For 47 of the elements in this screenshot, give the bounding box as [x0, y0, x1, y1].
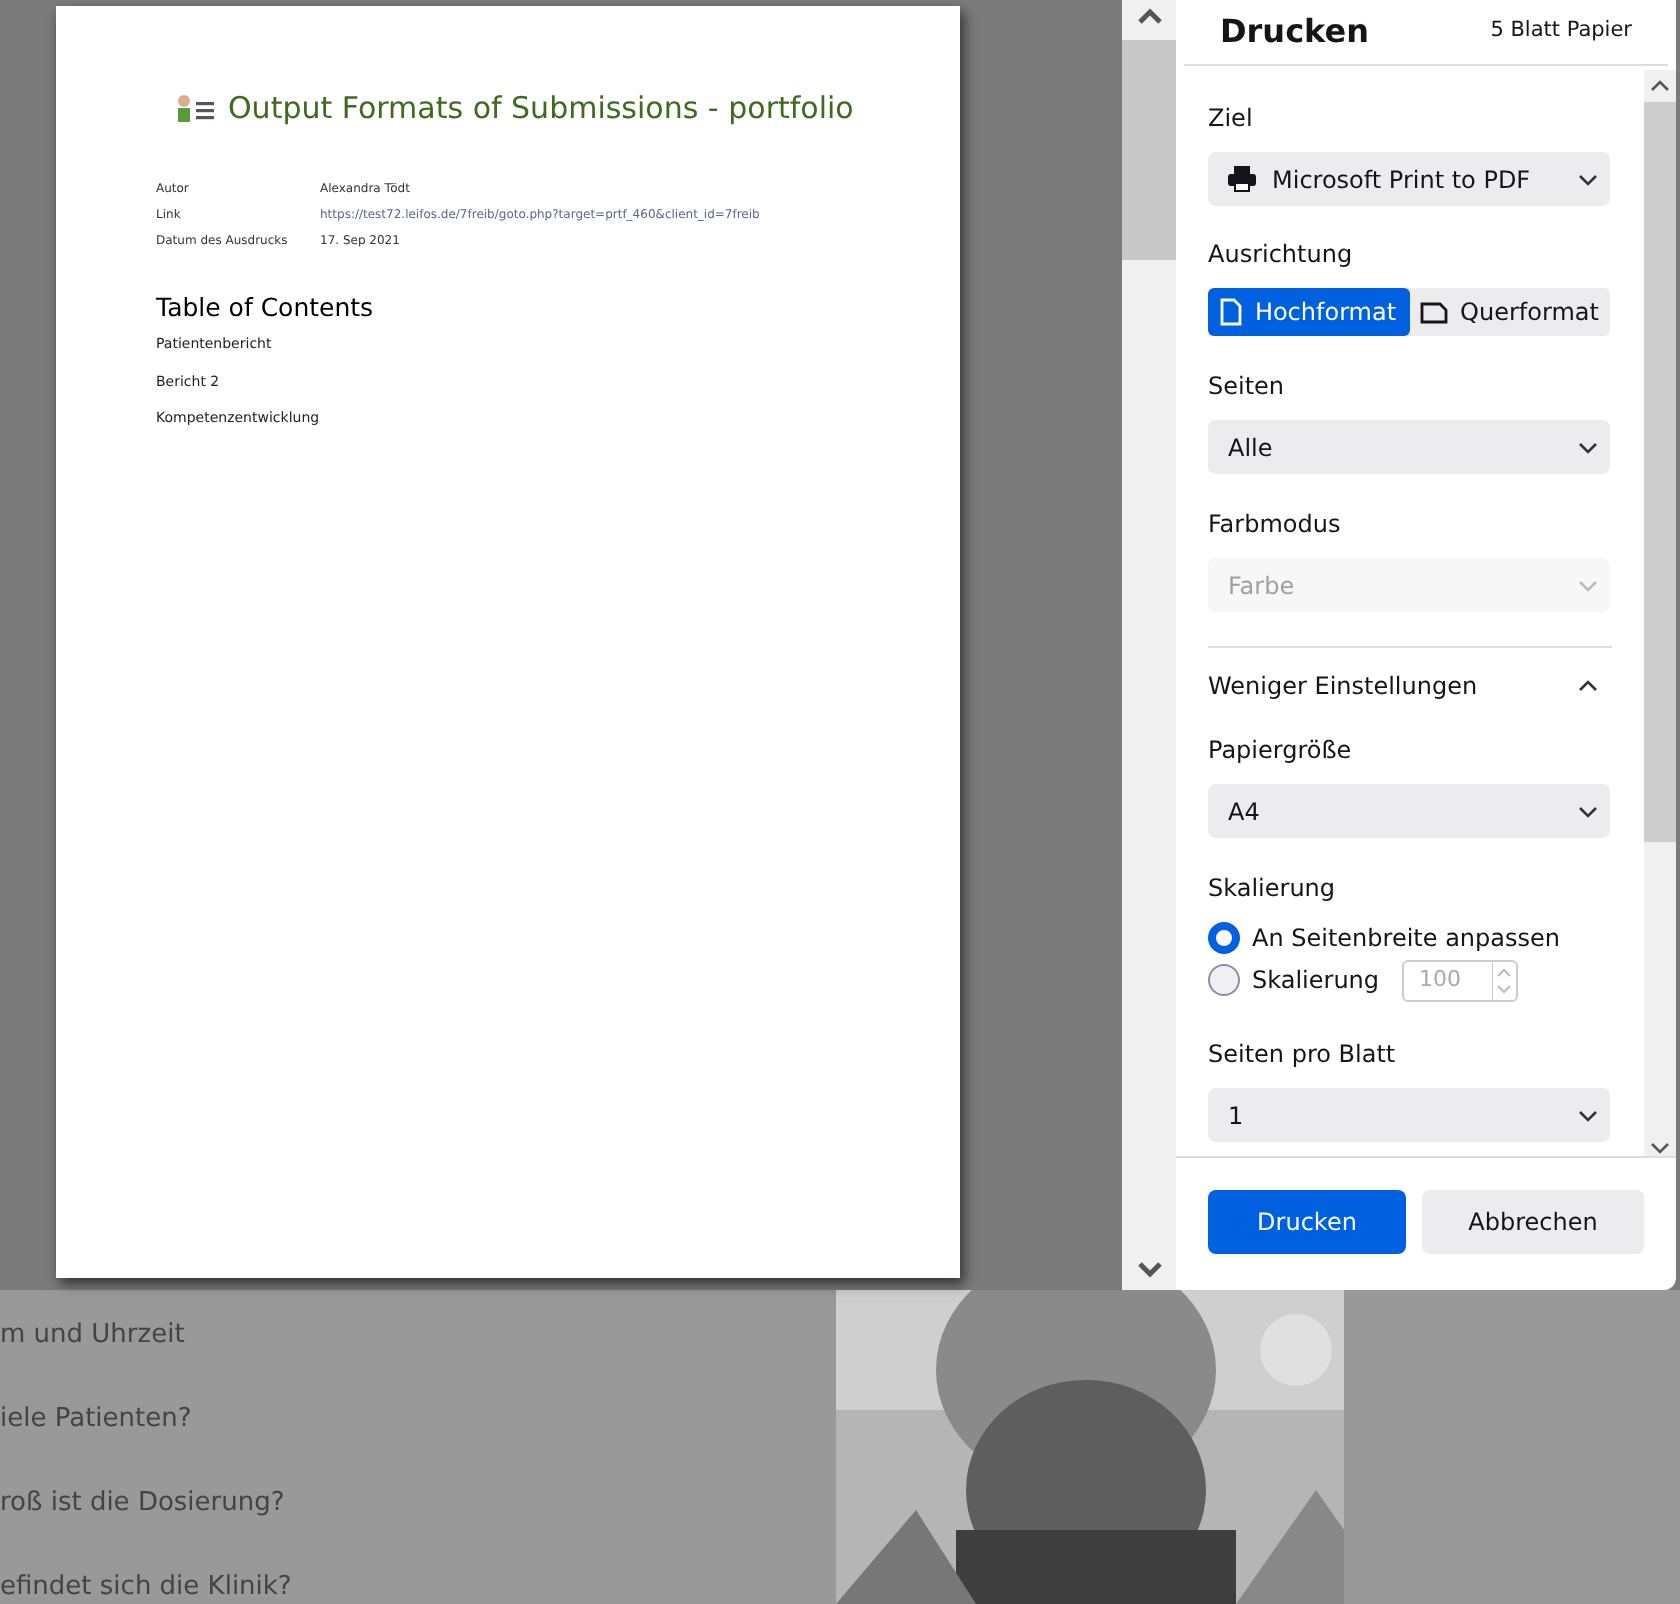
question-text: roß ist die Dosierung?	[0, 1486, 285, 1522]
field-label: Skalierung	[1208, 872, 1338, 906]
scroll-down-icon[interactable]	[1650, 1142, 1670, 1154]
question-text: iele Patienten?	[0, 1402, 192, 1438]
scroll-down-icon[interactable]	[1135, 1260, 1163, 1280]
toc-heading: Table of Contents	[156, 289, 376, 325]
settings-toggle[interactable]: Weniger Einstellungen	[1208, 668, 1610, 704]
field-label: Seiten	[1208, 370, 1287, 404]
field-label: Farbmodus	[1208, 508, 1343, 542]
select-field: Farbe	[1208, 558, 1610, 612]
portfolio-icon	[176, 94, 216, 123]
field-label: Seiten pro Blatt	[1208, 1038, 1398, 1072]
scroll-up-icon[interactable]	[1135, 6, 1163, 26]
radio-label: An Seitenbreite anpassen	[1252, 922, 1560, 956]
chevron-down-icon	[1578, 1109, 1598, 1121]
select-field[interactable]: A4	[1208, 784, 1610, 838]
field-label: Papiergröße	[1208, 734, 1354, 768]
page-icon	[1420, 301, 1449, 323]
scroll-up-icon[interactable]	[1650, 80, 1670, 92]
cancel-button[interactable]: Abbrechen	[1422, 1190, 1644, 1254]
spinner-icon	[1491, 961, 1516, 999]
chevron-up-icon	[1578, 680, 1598, 692]
print-button[interactable]: Drucken	[1208, 1190, 1406, 1254]
question-text: efindet sich die Klinik?	[0, 1570, 292, 1604]
page-icon	[1220, 298, 1243, 326]
sheet-count: 5 Blatt Papier	[1490, 16, 1632, 47]
select-field[interactable]: 1	[1208, 1088, 1610, 1142]
question-text: m und Uhrzeit	[0, 1318, 185, 1354]
settings-scrollbar[interactable]	[1644, 70, 1676, 1156]
dialog-title: Drucken	[1220, 10, 1369, 54]
chevron-down-icon	[1578, 173, 1598, 185]
printer-icon	[1228, 166, 1256, 192]
orientation-tab[interactable]: Hochformat	[1208, 288, 1409, 336]
radio-button[interactable]	[1208, 922, 1240, 954]
select-field[interactable]: Alle	[1208, 420, 1610, 474]
scroll-thumb[interactable]	[1644, 102, 1676, 842]
scroll-thumb[interactable]	[1122, 40, 1176, 260]
radio-button[interactable]	[1208, 964, 1240, 996]
chevron-down-icon	[1578, 441, 1598, 453]
select-field[interactable]: Microsoft Print to PDF	[1208, 152, 1610, 206]
document-title: Output Formats of Submissions - portfolio	[228, 88, 854, 130]
preview-scrollbar[interactable]	[1122, 0, 1176, 1290]
chevron-down-icon	[1578, 805, 1598, 817]
chevron-down-icon	[1578, 579, 1598, 591]
field-label: Ausrichtung	[1208, 238, 1355, 272]
radio-label: Skalierung	[1252, 964, 1380, 998]
field-label: Ziel	[1208, 102, 1255, 136]
